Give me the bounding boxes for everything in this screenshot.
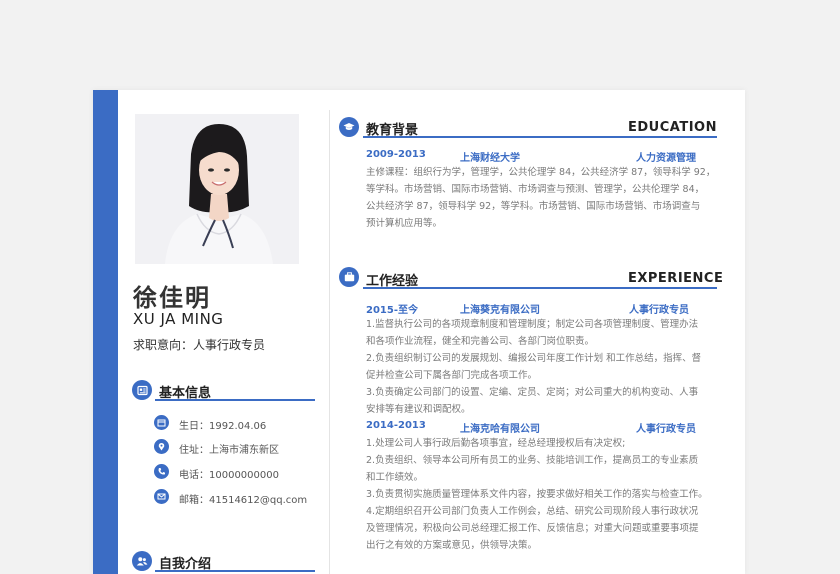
work-rule <box>363 287 717 289</box>
basic-info-rule <box>155 399 315 401</box>
job-intention: 求职意向：人事行政专员 <box>133 338 266 352</box>
education-line: 预计算机应用等。 <box>366 218 443 229</box>
education-line: 主修课程：组织行为学，管理学，公共伦理学 84，公共经济学 87，领导科学 92… <box>366 167 716 178</box>
location-icon <box>154 439 169 454</box>
profile-photo <box>135 114 299 264</box>
job-line: 2.负责组织制订公司的发展规划、编报公司年度工作计划 和工作总结，指挥、督 <box>366 353 702 364</box>
job-period: 2015-至今 <box>366 305 418 316</box>
name-chinese: 徐佳明 <box>133 284 211 312</box>
address-text: 住址：上海市浦东新区 <box>179 445 279 456</box>
job-position: 人事行政专员 <box>636 424 696 435</box>
job-line: 3.负责确定公司部门的设置、定编、定员、定岗；对公司重大的机构变动、人事 <box>366 387 699 398</box>
id-card-icon <box>132 380 152 400</box>
birthday-text: 生日：1992.04.06 <box>179 421 267 432</box>
name-english: XU JA MING <box>133 310 224 328</box>
education-title-en: EDUCATION <box>628 120 717 135</box>
resume-page: 徐佳明 XU JA MING 求职意向：人事行政专员 基本信息 生日：1992.… <box>93 90 745 574</box>
calendar-icon <box>154 415 169 430</box>
self-intro-rule <box>155 570 315 572</box>
graduation-cap-icon <box>339 117 359 137</box>
education-description: 主修课程：组织行为学，管理学，公共伦理学 84，公共经济学 87，领导科学 92… <box>366 164 716 232</box>
job-line: 1.监督执行公司的各项规章制度和管理制度；制定公司各项管理制度、管理办法 <box>366 319 699 330</box>
education-major: 人力资源管理 <box>636 153 696 164</box>
people-icon <box>132 551 152 571</box>
education-rule <box>363 136 717 138</box>
job-line: 和各项作业流程，健全和完善公司、各部门岗位职责。 <box>366 336 595 347</box>
job-line: 3.负责贯彻实施质量管理体系文件内容，按要求做好相关工作的落实与检查工作。 <box>366 489 708 500</box>
job-description: 1.监督执行公司的各项规章制度和管理制度；制定公司各项管理制度、管理办法 和各项… <box>366 316 716 418</box>
education-line: 等学科。市场营销、国际市场营销、市场调查与预测、管理学，公共伦理学 84， <box>366 184 705 195</box>
accent-bar <box>93 90 118 574</box>
education-line: 公共经济学 87，领导科学 92，等学科。市场营销、国际市场营销、市场调查与 <box>366 201 701 212</box>
education-period: 2009-2013 <box>366 149 426 160</box>
job-company: 上海克哈有限公司 <box>460 424 540 435</box>
job-period: 2014-2013 <box>366 420 426 431</box>
job-line: 及管理情况，积极向公司总经理汇报工作、反馈信息；对重大问题或重要事项提 <box>366 523 699 534</box>
column-divider <box>329 110 330 574</box>
job-line: 和工作绩效。 <box>366 472 424 483</box>
job-line: 安排等有建议和调配权。 <box>366 404 471 415</box>
briefcase-icon <box>339 267 359 287</box>
education-school: 上海财经大学 <box>460 153 520 164</box>
phone-icon <box>154 464 169 479</box>
job-line: 促并检查公司下属各部门完成各项工作。 <box>366 370 538 381</box>
job-description: 1.处理公司人事行政后勤各项事宜，经总经理授权后有决定权; 2.负责组织、领导本… <box>366 435 716 554</box>
job-line: 出行之有效的方案或意见，供领导决策。 <box>366 540 538 551</box>
email-text: 邮箱：41514612@qq.com <box>179 495 308 506</box>
email-icon <box>154 489 169 504</box>
phone-text: 电话：10000000000 <box>179 470 279 481</box>
work-title-en: EXPERIENCE <box>628 271 724 286</box>
job-line: 1.处理公司人事行政后勤各项事宜，经总经理授权后有决定权; <box>366 438 626 449</box>
job-position: 人事行政专员 <box>629 305 689 316</box>
job-company: 上海葵克有限公司 <box>460 305 540 316</box>
job-line: 2.负责组织、领导本公司所有员工的业务、技能培训工作，提高员工的专业素质 <box>366 455 699 466</box>
job-line: 4.定期组织召开公司部门负责人工作例会，总结、研究公司现阶段人事行政状况 <box>366 506 699 517</box>
